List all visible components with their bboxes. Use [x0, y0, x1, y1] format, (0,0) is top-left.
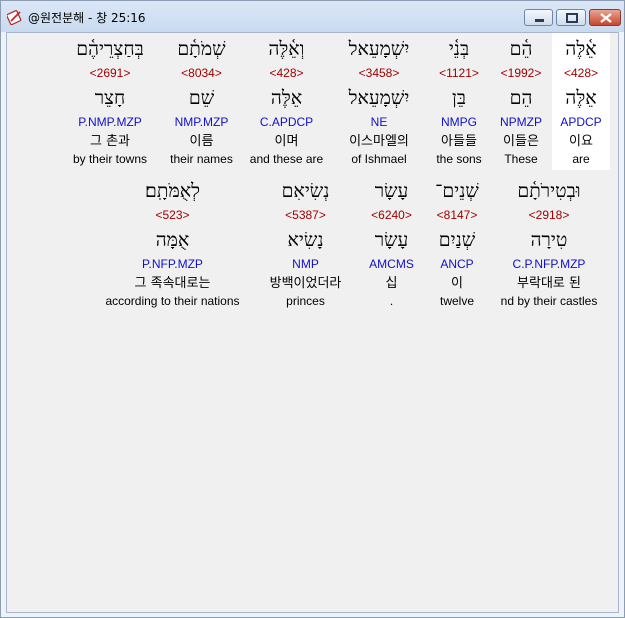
hebrew-lemma: שְׁנַיִם — [438, 229, 476, 251]
strong-number[interactable]: <428> — [552, 66, 610, 80]
hebrew-word: אֵ֫לֶּה — [565, 38, 597, 60]
korean-gloss: 이들은 — [503, 134, 539, 149]
hebrew-word: בְּחַצְרֵיהֶ֫ם — [76, 38, 144, 60]
hebrew-lemma: שֵׁם — [188, 87, 215, 109]
maximize-button[interactable] — [556, 9, 586, 26]
english-gloss: of Ishmael — [351, 152, 407, 166]
korean-gloss: 아들들 — [441, 134, 477, 149]
strong-number[interactable]: <2691> — [60, 66, 160, 80]
korean-gloss: 방백이었더라 — [269, 276, 342, 291]
window-title: @원전분해 - 창 25:16 — [28, 11, 146, 25]
korean-gloss: 그 촌과 — [89, 134, 130, 149]
parsing-code: NE — [370, 115, 388, 129]
english-gloss: are — [572, 152, 590, 166]
korean-gloss: 십 — [385, 276, 398, 291]
english-gloss: and these are — [249, 152, 324, 166]
korean-gloss: 이름 — [189, 134, 214, 149]
korean-gloss: 이 — [451, 276, 463, 291]
hebrew-lemma: נָשִׂיא — [287, 229, 324, 251]
strong-number[interactable]: <8147> — [426, 208, 488, 222]
pen-book-icon — [7, 10, 22, 25]
strong-number[interactable]: <428> — [243, 66, 330, 80]
hebrew-word: לְאֻמֹּתָֽם׃ — [145, 180, 200, 202]
strong-number[interactable]: <1992> — [492, 66, 550, 80]
hebrew-word: שְׁנֵים־ — [435, 180, 479, 202]
strong-number[interactable]: <1121> — [428, 66, 490, 80]
english-gloss: according to their nations — [105, 294, 240, 308]
close-button[interactable] — [589, 9, 621, 26]
strong-number[interactable]: <3458> — [332, 66, 426, 80]
korean-gloss: 이스마엘의 — [349, 134, 409, 149]
hebrew-word: יִשְׁמָעֵאל — [348, 38, 410, 60]
english-gloss: by their towns — [72, 152, 148, 166]
parsing-code: AMCMS — [369, 257, 414, 271]
hebrew-word: עָשָׂר — [374, 180, 409, 202]
parsing-code: NPMZP — [500, 115, 542, 129]
strong-number[interactable]: <8034> — [162, 66, 241, 80]
korean-gloss: 그 족속대로는 — [134, 276, 211, 291]
title-bar[interactable]: @원전분해 - 창 25:16 — [1, 1, 624, 32]
parsing-code: C.P.NFP.MZP — [512, 257, 586, 271]
parsing-code: NMP — [292, 257, 319, 271]
app-window: @원전분해 - 창 25:16 אֵ֫לֶּה <428> אֵלֶּה APD… — [0, 0, 625, 618]
parsing-code: ANCP — [440, 257, 474, 271]
close-icon — [600, 13, 612, 23]
korean-gloss: 이며 — [274, 134, 299, 149]
parsing-code: P.NFP.MZP — [142, 257, 203, 271]
english-gloss: the sons — [436, 152, 482, 166]
strong-number[interactable]: <523> — [93, 208, 252, 222]
hebrew-lemma: אֵלֶּה — [565, 87, 597, 109]
strong-number[interactable]: <2918> — [490, 208, 608, 222]
hebrew-lemma: יִשְׁמָעֵאל — [348, 87, 410, 109]
korean-gloss: 부락대로 된 — [517, 276, 581, 291]
hebrew-lemma: אֻמָּה — [155, 229, 190, 251]
english-gloss: their names — [170, 152, 233, 166]
hebrew-lemma: טִירָה — [530, 229, 568, 251]
hebrew-word: שְׁמֹתָ֫ם — [177, 38, 226, 60]
korean-gloss: 이요 — [569, 134, 593, 149]
hebrew-word: וְאֵ֫לֶּה — [268, 38, 305, 60]
parsing-code: NMP.MZP — [174, 115, 229, 129]
hebrew-word: וּבְטִירֹתָ֫ם — [517, 180, 581, 202]
hebrew-word: הֵ֫ם — [509, 38, 533, 60]
minimize-icon — [535, 19, 544, 22]
hebrew-lemma: עָשָׂר — [374, 229, 409, 251]
english-gloss: . — [389, 294, 394, 308]
english-gloss: princes — [286, 294, 325, 308]
hebrew-lemma: אֵלֶּה — [270, 87, 303, 109]
parsing-code: P.NMP.MZP — [78, 115, 142, 129]
english-gloss: twelve — [439, 294, 474, 308]
strong-number[interactable]: <6240> — [359, 208, 424, 222]
maximize-icon — [566, 13, 578, 23]
hebrew-lemma: בֵּן — [452, 87, 466, 109]
english-gloss: nd by their castles — [500, 294, 598, 308]
minimize-button[interactable] — [524, 9, 553, 26]
hebrew-lemma: חָצֵר — [94, 87, 126, 109]
hebrew-lemma: הֵם — [509, 87, 533, 109]
parsing-code: C.APDCP — [259, 115, 314, 129]
english-gloss: These — [504, 152, 538, 166]
strong-number[interactable]: <5387> — [254, 208, 357, 222]
analysis-panel: אֵ֫לֶּה <428> אֵלֶּה APDCP 이요 are הֵ֫ם <… — [6, 32, 619, 613]
parsing-code: NMPG — [441, 115, 477, 129]
parsing-code: APDCP — [560, 115, 602, 129]
hebrew-word: בְּנֵ֫י — [448, 38, 470, 60]
hebrew-word: נְשִׂיאִם — [281, 180, 330, 202]
